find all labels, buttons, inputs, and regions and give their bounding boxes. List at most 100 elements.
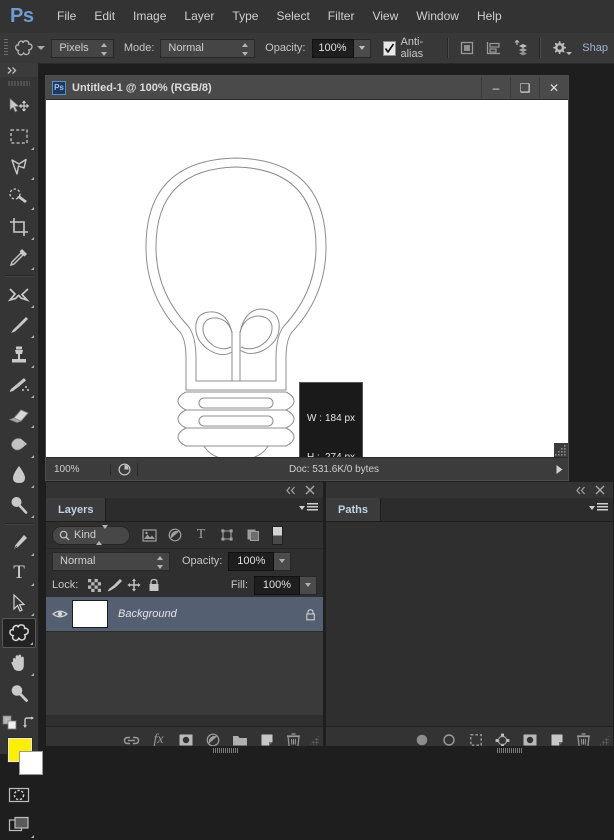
- gradient-tool[interactable]: [2, 430, 36, 460]
- default-colors-icon[interactable]: [2, 715, 18, 731]
- spot-healing-brush-tool[interactable]: [2, 280, 36, 310]
- filter-smart-object-icon[interactable]: [240, 524, 266, 546]
- panel-menu-icon[interactable]: [299, 503, 318, 512]
- layer-lock-row: Lock: Fill: 100%: [46, 573, 323, 597]
- blend-mode-select[interactable]: Normal: [160, 38, 256, 58]
- clone-stamp-tool[interactable]: [2, 340, 36, 370]
- opacity-label: Opacity:: [265, 42, 306, 54]
- status-right-arrow-icon[interactable]: [550, 464, 568, 475]
- menu-view[interactable]: View: [363, 0, 407, 33]
- zoom-tool[interactable]: [2, 678, 36, 708]
- layer-fill-dropdown-button[interactable]: [300, 575, 317, 595]
- layer-filter-kind-value: Kind: [74, 529, 97, 541]
- maximize-button[interactable]: ❑: [510, 77, 539, 98]
- paths-list[interactable]: [326, 522, 613, 730]
- table-row[interactable]: Background: [46, 597, 323, 632]
- filter-adjustment-layers-icon[interactable]: [162, 524, 188, 546]
- layer-name[interactable]: Background: [118, 608, 297, 620]
- filter-toggle-switch-icon[interactable]: [272, 525, 283, 545]
- toolbar-divider-2: [5, 523, 33, 525]
- toolbar-grip[interactable]: [8, 78, 30, 89]
- collapse-to-icons-icon[interactable]: [284, 483, 298, 497]
- blur-tool[interactable]: [2, 460, 36, 490]
- crop-tool[interactable]: [2, 212, 36, 242]
- align-icon[interactable]: [458, 37, 477, 59]
- tool-expand-corner-icon: [31, 147, 34, 150]
- minimize-button[interactable]: –: [481, 77, 510, 98]
- quick-mask-button[interactable]: [2, 780, 36, 810]
- zoom-level-input[interactable]: 100%: [46, 463, 111, 475]
- collapse-to-icons-icon[interactable]: [574, 483, 588, 497]
- close-icon[interactable]: [303, 483, 317, 497]
- menu-help[interactable]: Help: [468, 0, 511, 33]
- options-bar-grip[interactable]: [4, 39, 9, 57]
- opacity-dropdown-button[interactable]: [353, 38, 371, 58]
- menu-type[interactable]: Type: [223, 0, 267, 33]
- close-button[interactable]: ✕: [539, 77, 568, 98]
- menu-select[interactable]: Select: [267, 0, 318, 33]
- menu-image[interactable]: Image: [124, 0, 175, 33]
- menu-file[interactable]: File: [48, 0, 85, 33]
- layer-fill-input[interactable]: 100%: [254, 575, 300, 595]
- shape-mode-select[interactable]: Pixels: [51, 38, 114, 58]
- layer-opacity-dropdown-button[interactable]: [274, 551, 292, 571]
- panel-menu-icon[interactable]: [589, 503, 608, 512]
- swap-colors-icon[interactable]: [22, 716, 36, 730]
- quick-selection-tool[interactable]: [2, 182, 36, 212]
- proxy-preview-icon[interactable]: [111, 462, 138, 476]
- eyedropper-tool[interactable]: [2, 242, 36, 272]
- tab-paths[interactable]: Paths: [326, 498, 381, 521]
- lock-transparent-pixels-icon[interactable]: [84, 576, 104, 594]
- menu-layer[interactable]: Layer: [175, 0, 223, 33]
- move-tool[interactable]: [2, 92, 36, 122]
- opacity-input[interactable]: 100%: [311, 38, 354, 58]
- tab-layers[interactable]: Layers: [46, 498, 107, 521]
- shape-layers-icon[interactable]: [511, 37, 530, 59]
- anti-alias-checkbox[interactable]: Anti-alias: [382, 36, 438, 60]
- lock-all-icon[interactable]: [144, 576, 164, 594]
- filter-pixel-layers-icon[interactable]: [136, 524, 162, 546]
- layer-filter-kind-select[interactable]: Kind: [52, 525, 130, 545]
- dock-bottom-bar: [45, 746, 614, 754]
- document-info: Doc: 531.6K/0 bytes: [288, 463, 380, 475]
- document-title-bar[interactable]: Ps Untitled-1 @ 100% (RGB/8) – ❑ ✕: [46, 76, 568, 100]
- toolbar-collapse-button[interactable]: [0, 63, 38, 77]
- lock-position-icon[interactable]: [124, 576, 144, 594]
- paths-dock-grip[interactable]: [497, 748, 523, 753]
- layers-panel-resize-grip[interactable]: [309, 735, 319, 745]
- rectangular-marquee-tool[interactable]: [2, 122, 36, 152]
- type-tool[interactable]: T: [2, 558, 36, 588]
- canvas[interactable]: W : 184 px H : 274 px: [46, 100, 568, 457]
- layer-blend-mode-select[interactable]: Normal: [52, 551, 170, 571]
- layer-thumbnail[interactable]: [72, 600, 108, 628]
- paths-panel-resize-grip[interactable]: [599, 735, 609, 745]
- custom-shape-tool[interactable]: [2, 618, 36, 648]
- layer-list[interactable]: Background: [46, 597, 323, 715]
- tool-preset-chevron-down-icon[interactable]: [37, 46, 46, 50]
- screen-mode-button[interactable]: [2, 810, 36, 840]
- history-brush-tool[interactable]: [2, 370, 36, 400]
- menu-window[interactable]: Window: [407, 0, 468, 33]
- gear-icon[interactable]: [550, 37, 572, 59]
- search-icon: [59, 530, 70, 541]
- filter-type-layers-icon[interactable]: T: [188, 524, 214, 546]
- menu-filter[interactable]: Filter: [319, 0, 364, 33]
- path-selection-tool[interactable]: [2, 588, 36, 618]
- canvas-resize-grip[interactable]: [554, 443, 568, 457]
- layer-visibility-eye-icon[interactable]: [48, 608, 72, 620]
- filter-shape-layers-icon[interactable]: [214, 524, 240, 546]
- menu-edit[interactable]: Edit: [85, 0, 124, 33]
- arrange-icon[interactable]: [484, 37, 503, 59]
- close-icon[interactable]: [593, 483, 607, 497]
- hand-tool[interactable]: [2, 648, 36, 678]
- lasso-tool[interactable]: [2, 152, 36, 182]
- eraser-tool[interactable]: [2, 400, 36, 430]
- pen-tool[interactable]: [2, 528, 36, 558]
- custom-shape-icon[interactable]: [13, 37, 35, 59]
- brush-tool[interactable]: [2, 310, 36, 340]
- lock-image-pixels-icon[interactable]: [104, 576, 124, 594]
- dodge-tool[interactable]: [2, 490, 36, 520]
- layer-opacity-input[interactable]: 100%: [228, 551, 275, 571]
- layers-dock-grip[interactable]: [213, 748, 239, 753]
- background-color-swatch[interactable]: [19, 751, 43, 775]
